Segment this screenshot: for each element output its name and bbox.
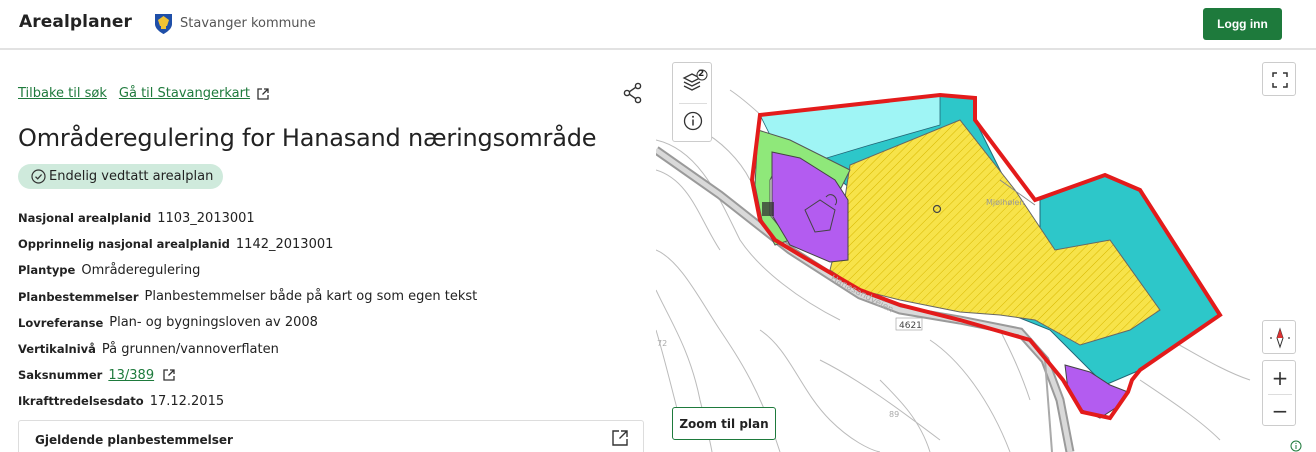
property-key: Planbestemmelser [18,289,139,304]
contour-label: 72 [657,339,667,348]
regulations-label: Gjeldende planbestemmelser [35,433,233,447]
compass-button[interactable] [1262,320,1296,354]
property-key: Plantype [18,263,76,278]
fullscreen-button[interactable] [1262,62,1296,96]
top-header: Arealplaner Stavanger kommune Logg inn [0,0,1316,50]
municipality-crest-icon [155,14,172,34]
map-attribution-info-icon[interactable] [1290,440,1302,452]
road-number-label: 4621 [899,321,922,331]
property-value: Områderegulering [81,262,201,278]
property-row: Ikrafttredelsesdato 17.12.2015 [18,388,477,414]
layer-count-badge: 2 [698,69,705,79]
case-number-link[interactable]: 13/389 [108,368,154,383]
contour-label: 89 [889,410,899,419]
zoom-in-button[interactable]: + [1263,361,1297,394]
external-link-icon [257,87,269,100]
fullscreen-icon [1272,72,1288,88]
map-view[interactable]: 4621 Hanasandveien Mjølhølen 72 89 [656,52,1316,452]
regulations-document-row[interactable]: Gjeldende planbestemmelser [18,420,644,452]
property-key: Ikrafttredelsesdato [18,394,144,409]
property-value: Plan- og bygningsloven av 2008 [109,315,318,331]
map-canvas[interactable]: 4621 Hanasandveien Mjølhølen 72 89 [656,52,1316,452]
property-value: 17.12.2015 [149,393,225,409]
open-map-link[interactable]: Gå til Stavangerkart [119,86,250,101]
external-link-icon [163,369,175,381]
property-key: Opprinnelig nasjonal arealplanid [18,237,230,252]
plan-properties: Nasjonal arealplanid 1103_2013001 Opprinn… [18,205,477,415]
property-key: Lovreferanse [18,315,104,330]
property-row: Saksnummer 13/389 [18,362,477,388]
compass-icon [1270,327,1290,349]
plan-details-panel: Tilbake til søk Gå til Stavangerkart Omr… [0,52,656,452]
external-link-icon[interactable] [611,429,629,447]
zoom-controls: + − [1262,360,1296,426]
map-layer-controls: 2 [672,62,712,142]
property-value: 1142_2013001 [235,236,334,252]
property-key: Vertikalnivå [18,342,96,357]
property-row: Vertikalnivå På grunnen/vannoverflaten [18,336,477,362]
zoom-to-plan-button[interactable]: Zoom til plan [672,407,776,440]
property-row: Planbestemmelser Planbestemmelser både på… [18,284,477,310]
property-row: Plantype Områderegulering [18,257,477,283]
login-button[interactable]: Logg inn [1203,8,1282,40]
place-name-label: Mjølhølen [986,198,1024,207]
app-title[interactable]: Arealplaner [19,12,132,32]
share-icon[interactable] [622,82,644,104]
page-title: Områderegulering for Hanasand næringsomr… [18,124,597,152]
property-key: Nasjonal arealplanid [18,211,152,226]
property-value: Planbestemmelser både på kart og som ege… [144,289,478,305]
status-text: Endelig vedtatt arealplan [49,169,214,184]
property-key: Saksnummer [18,368,103,383]
zoom-out-button[interactable]: − [1263,394,1297,427]
back-to-search-link[interactable]: Tilbake til søk [18,86,107,101]
info-icon[interactable] [682,110,704,132]
nav-links: Tilbake til søk Gå til Stavangerkart [18,86,270,101]
municipality-name: Stavanger kommune [180,16,316,31]
status-badge: Endelig vedtatt arealplan [18,164,224,189]
property-value: 1103_2013001 [157,210,255,226]
property-row: Nasjonal arealplanid 1103_2013001 [18,205,477,231]
property-row: Lovreferanse Plan- og bygningsloven av 20… [18,310,477,336]
property-value: På grunnen/vannoverflaten [101,341,279,357]
check-circle-icon [31,169,46,184]
property-row: Opprinnelig nasjonal arealplanid 1142_201… [18,231,477,257]
